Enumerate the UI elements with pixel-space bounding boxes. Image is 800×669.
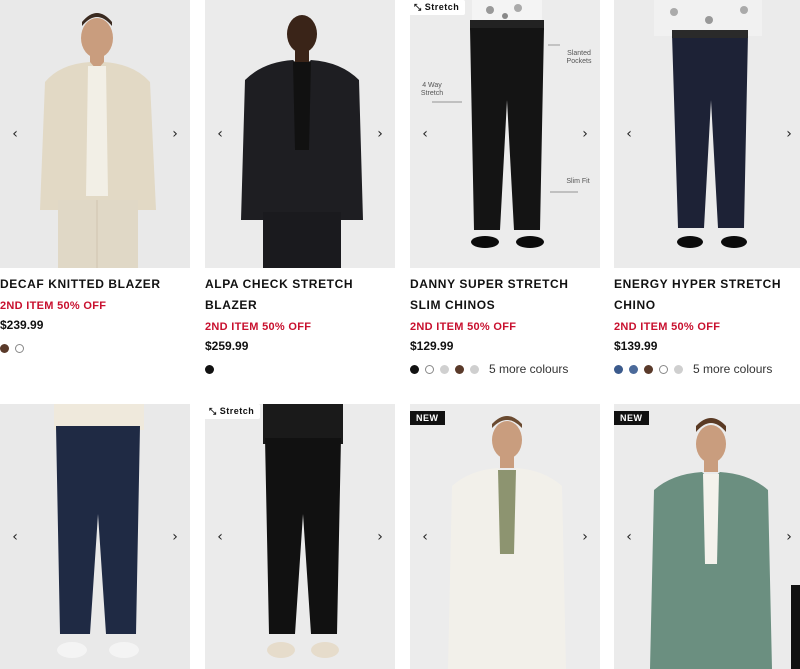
annotation-stretch: 4 Way Stretch (420, 82, 444, 97)
promo-text: 2ND ITEM 50% OFF (205, 321, 312, 333)
model-image (614, 404, 800, 669)
promo-text: 2ND ITEM 50% OFF (614, 321, 721, 333)
product-title[interactable]: ALPA CHECK STRETCH BLAZER (205, 274, 395, 316)
new-badge: NEW (614, 411, 649, 425)
annotation-fit: Slim Fit (566, 178, 590, 185)
colour-swatches (205, 362, 395, 376)
product-card[interactable]: ‹ › (0, 404, 190, 669)
product-card[interactable]: ⤡ Stretch ‹ › (205, 404, 395, 669)
promo-text: 2ND ITEM 50% OFF (0, 300, 107, 312)
prev-image-arrow[interactable]: ‹ (620, 529, 638, 545)
next-image-arrow[interactable]: › (371, 126, 389, 142)
prev-image-arrow[interactable]: ‹ (6, 529, 24, 545)
product-price: $239.99 (0, 318, 44, 332)
product-image[interactable]: ⤡ Stretch Slanted Pockets 4 Way Stretch … (410, 0, 600, 268)
product-image[interactable]: ‹ › (0, 404, 190, 669)
stretch-badge: ⤡ Stretch (410, 0, 466, 15)
product-title[interactable]: DECAF KNITTED BLAZER (0, 274, 190, 295)
promo-text: 2ND ITEM 50% OFF (410, 321, 517, 333)
colour-swatch[interactable] (644, 364, 653, 374)
product-card[interactable]: ‹ › DECAF KNITTED BLAZER 2ND ITEM 50% OF… (0, 0, 190, 355)
next-image-arrow[interactable]: › (371, 529, 389, 545)
colour-swatch[interactable] (455, 364, 464, 374)
product-image[interactable]: ‹ › (205, 0, 395, 268)
product-image[interactable]: ‹ › (0, 0, 190, 268)
product-price: $139.99 (614, 339, 658, 353)
prev-image-arrow[interactable]: ‹ (416, 529, 434, 545)
prev-image-arrow[interactable]: ‹ (620, 126, 638, 142)
colour-swatch[interactable] (425, 364, 434, 374)
prev-image-arrow[interactable]: ‹ (416, 126, 434, 142)
colour-swatch[interactable] (205, 364, 214, 374)
product-price: $129.99 (410, 339, 454, 353)
stretch-badge: ⤡ Stretch (205, 404, 261, 419)
product-image[interactable]: ⤡ Stretch ‹ › (205, 404, 395, 669)
product-card[interactable]: ‹ › ENERGY HYPER STRETCH CHINO 2ND ITEM … (614, 0, 800, 376)
product-image[interactable]: NEW ‹ › (410, 404, 600, 669)
colour-swatch[interactable] (614, 364, 623, 374)
model-image (0, 0, 190, 268)
colour-swatch[interactable] (440, 364, 449, 374)
next-image-arrow[interactable]: › (576, 529, 594, 545)
more-colours-link[interactable]: 5 more colours (489, 362, 568, 376)
model-image (410, 404, 600, 669)
more-colours-link[interactable]: 5 more colours (693, 362, 772, 376)
prev-image-arrow[interactable]: ‹ (211, 529, 229, 545)
next-image-arrow[interactable]: › (166, 126, 184, 142)
model-image (410, 0, 600, 268)
product-card[interactable]: NEW ‹ › (410, 404, 600, 669)
product-price: $259.99 (205, 339, 249, 353)
annotation-pockets: Slanted Pockets (566, 50, 592, 65)
colour-swatches: 5 more colours (410, 362, 600, 376)
new-badge: NEW (410, 411, 445, 425)
product-image[interactable]: NEW ‹ › (614, 404, 800, 669)
product-title[interactable]: ENERGY HYPER STRETCH CHINO (614, 274, 800, 316)
next-image-arrow[interactable]: › (576, 126, 594, 142)
colour-swatch[interactable] (410, 364, 419, 374)
next-image-arrow[interactable]: › (166, 529, 184, 545)
product-card[interactable]: NEW ‹ › (614, 404, 800, 669)
colour-swatches (0, 341, 190, 355)
next-image-arrow[interactable]: › (780, 529, 798, 545)
colour-swatch[interactable] (470, 364, 479, 374)
product-image[interactable]: ‹ › (614, 0, 800, 268)
model-image (614, 0, 800, 268)
model-image (205, 404, 395, 669)
model-image (205, 0, 395, 268)
colour-swatches: 5 more colours (614, 362, 800, 376)
colour-swatch[interactable] (674, 364, 683, 374)
next-image-arrow[interactable]: › (780, 126, 798, 142)
colour-swatch[interactable] (15, 343, 24, 353)
colour-swatch[interactable] (629, 364, 638, 374)
feedback-side-tab[interactable] (791, 585, 800, 669)
product-card[interactable]: ⤡ Stretch Slanted Pockets 4 Way Stretch … (410, 0, 600, 376)
prev-image-arrow[interactable]: ‹ (6, 126, 24, 142)
product-card[interactable]: ‹ › ALPA CHECK STRETCH BLAZER 2ND ITEM 5… (205, 0, 395, 376)
prev-image-arrow[interactable]: ‹ (211, 126, 229, 142)
colour-swatch[interactable] (659, 364, 668, 374)
colour-swatch[interactable] (0, 343, 9, 353)
model-image (0, 404, 190, 669)
product-title[interactable]: DANNY SUPER STRETCH SLIM CHINOS (410, 274, 600, 316)
